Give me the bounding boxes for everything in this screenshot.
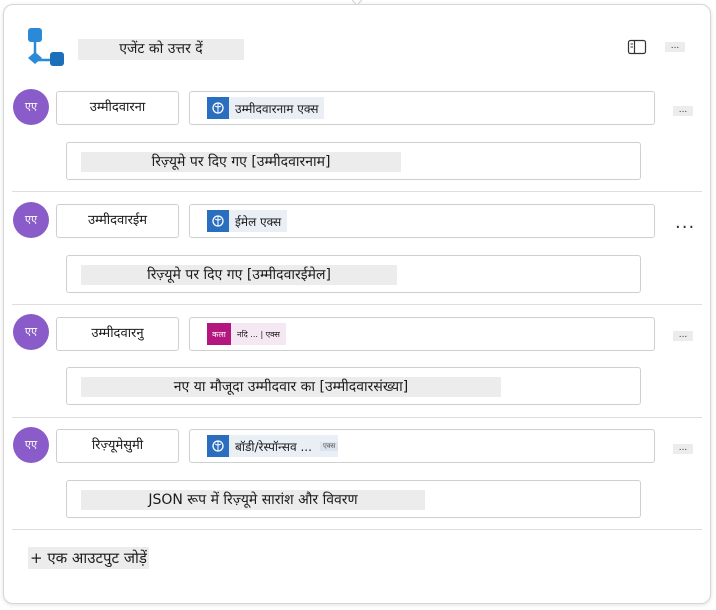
header-more-button[interactable]: ... [665, 42, 685, 52]
output-value-field[interactable]: उम्मीदवारनाम एक्स [189, 91, 655, 125]
avatar: एए [13, 427, 49, 463]
value-token[interactable]: बॉडी/रेस्पॉन्सव ... एक्स [207, 435, 339, 457]
divider [12, 529, 702, 530]
output-description-field[interactable]: रिज़्यूमे पर दिए गए [उम्मीदवारनाम] [66, 142, 641, 180]
output-value-field[interactable]: बॉडी/रेस्पॉन्सव ... एक्स [189, 429, 655, 463]
avatar: एए [13, 89, 49, 125]
output-description-field[interactable]: नए या मौजूदा उम्मीदवार का [उम्मीदवारसंख्… [66, 367, 641, 405]
page-title: एजेंट को उत्तर दें [78, 39, 244, 60]
value-token-label: नदि ... | एक्स [237, 329, 280, 339]
divider [12, 304, 702, 305]
description-text: JSON रूप में रिज़्यूमे सारांश और विवरण [81, 490, 425, 510]
add-output-button[interactable]: + एक आउटपुट जोड़ें [28, 547, 149, 569]
output-name-field[interactable]: उम्मीदवारनु [56, 317, 179, 351]
output-name-field[interactable]: उम्मीदवारना [56, 91, 179, 125]
output-description-field[interactable]: रिज़्यूमे पर दिए गए [उम्मीदवारईमेल] [66, 255, 641, 293]
description-text: रिज़्यूमे पर दिए गए [उम्मीदवारनाम] [81, 152, 401, 172]
brain-icon [207, 210, 229, 232]
value-token-label: उम्मीदवारनाम एक्स [235, 101, 319, 116]
row-more-button[interactable]: ... [673, 444, 693, 454]
description-text: रिज़्यूमे पर दिए गए [उम्मीदवारईमेल] [81, 265, 397, 285]
description-text: नए या मौजूदा उम्मीदवार का [उम्मीदवारसंख्… [81, 377, 501, 397]
row-more-button[interactable]: ... [673, 331, 693, 341]
divider [12, 191, 702, 192]
avatar: एए [13, 314, 49, 350]
value-token[interactable]: उम्मीदवारनाम एक्स [207, 97, 325, 119]
row-more-button[interactable]: ... [673, 106, 693, 116]
divider [12, 417, 702, 418]
row-more-button[interactable]: ... [675, 214, 695, 232]
output-value-field[interactable]: कला नदि ... | एक्स [189, 317, 655, 351]
output-name-field[interactable]: उम्मीदवारईम [56, 204, 179, 238]
card-notch [352, 0, 362, 5]
output-name-field[interactable]: रिज़्यूमेसुमी [56, 429, 179, 463]
brain-icon [207, 435, 229, 457]
token-tag: एक्स [319, 441, 339, 451]
brain-icon [207, 97, 229, 119]
function-badge: कला [207, 323, 231, 345]
output-description-field[interactable]: JSON रूप में रिज़्यूमे सारांश और विवरण [66, 480, 641, 518]
side-panel-icon[interactable] [627, 39, 647, 55]
value-token[interactable]: कला नदि ... | एक्स [207, 323, 286, 345]
value-token-label: ईमेल एक्स [235, 214, 282, 229]
value-token[interactable]: ईमेल एक्स [207, 210, 288, 232]
flow-node-icon [28, 28, 64, 66]
avatar: एए [13, 202, 49, 238]
output-value-field[interactable]: ईमेल एक्स [189, 204, 655, 238]
value-token-label: बॉडी/रेस्पॉन्सव ... [235, 439, 312, 454]
